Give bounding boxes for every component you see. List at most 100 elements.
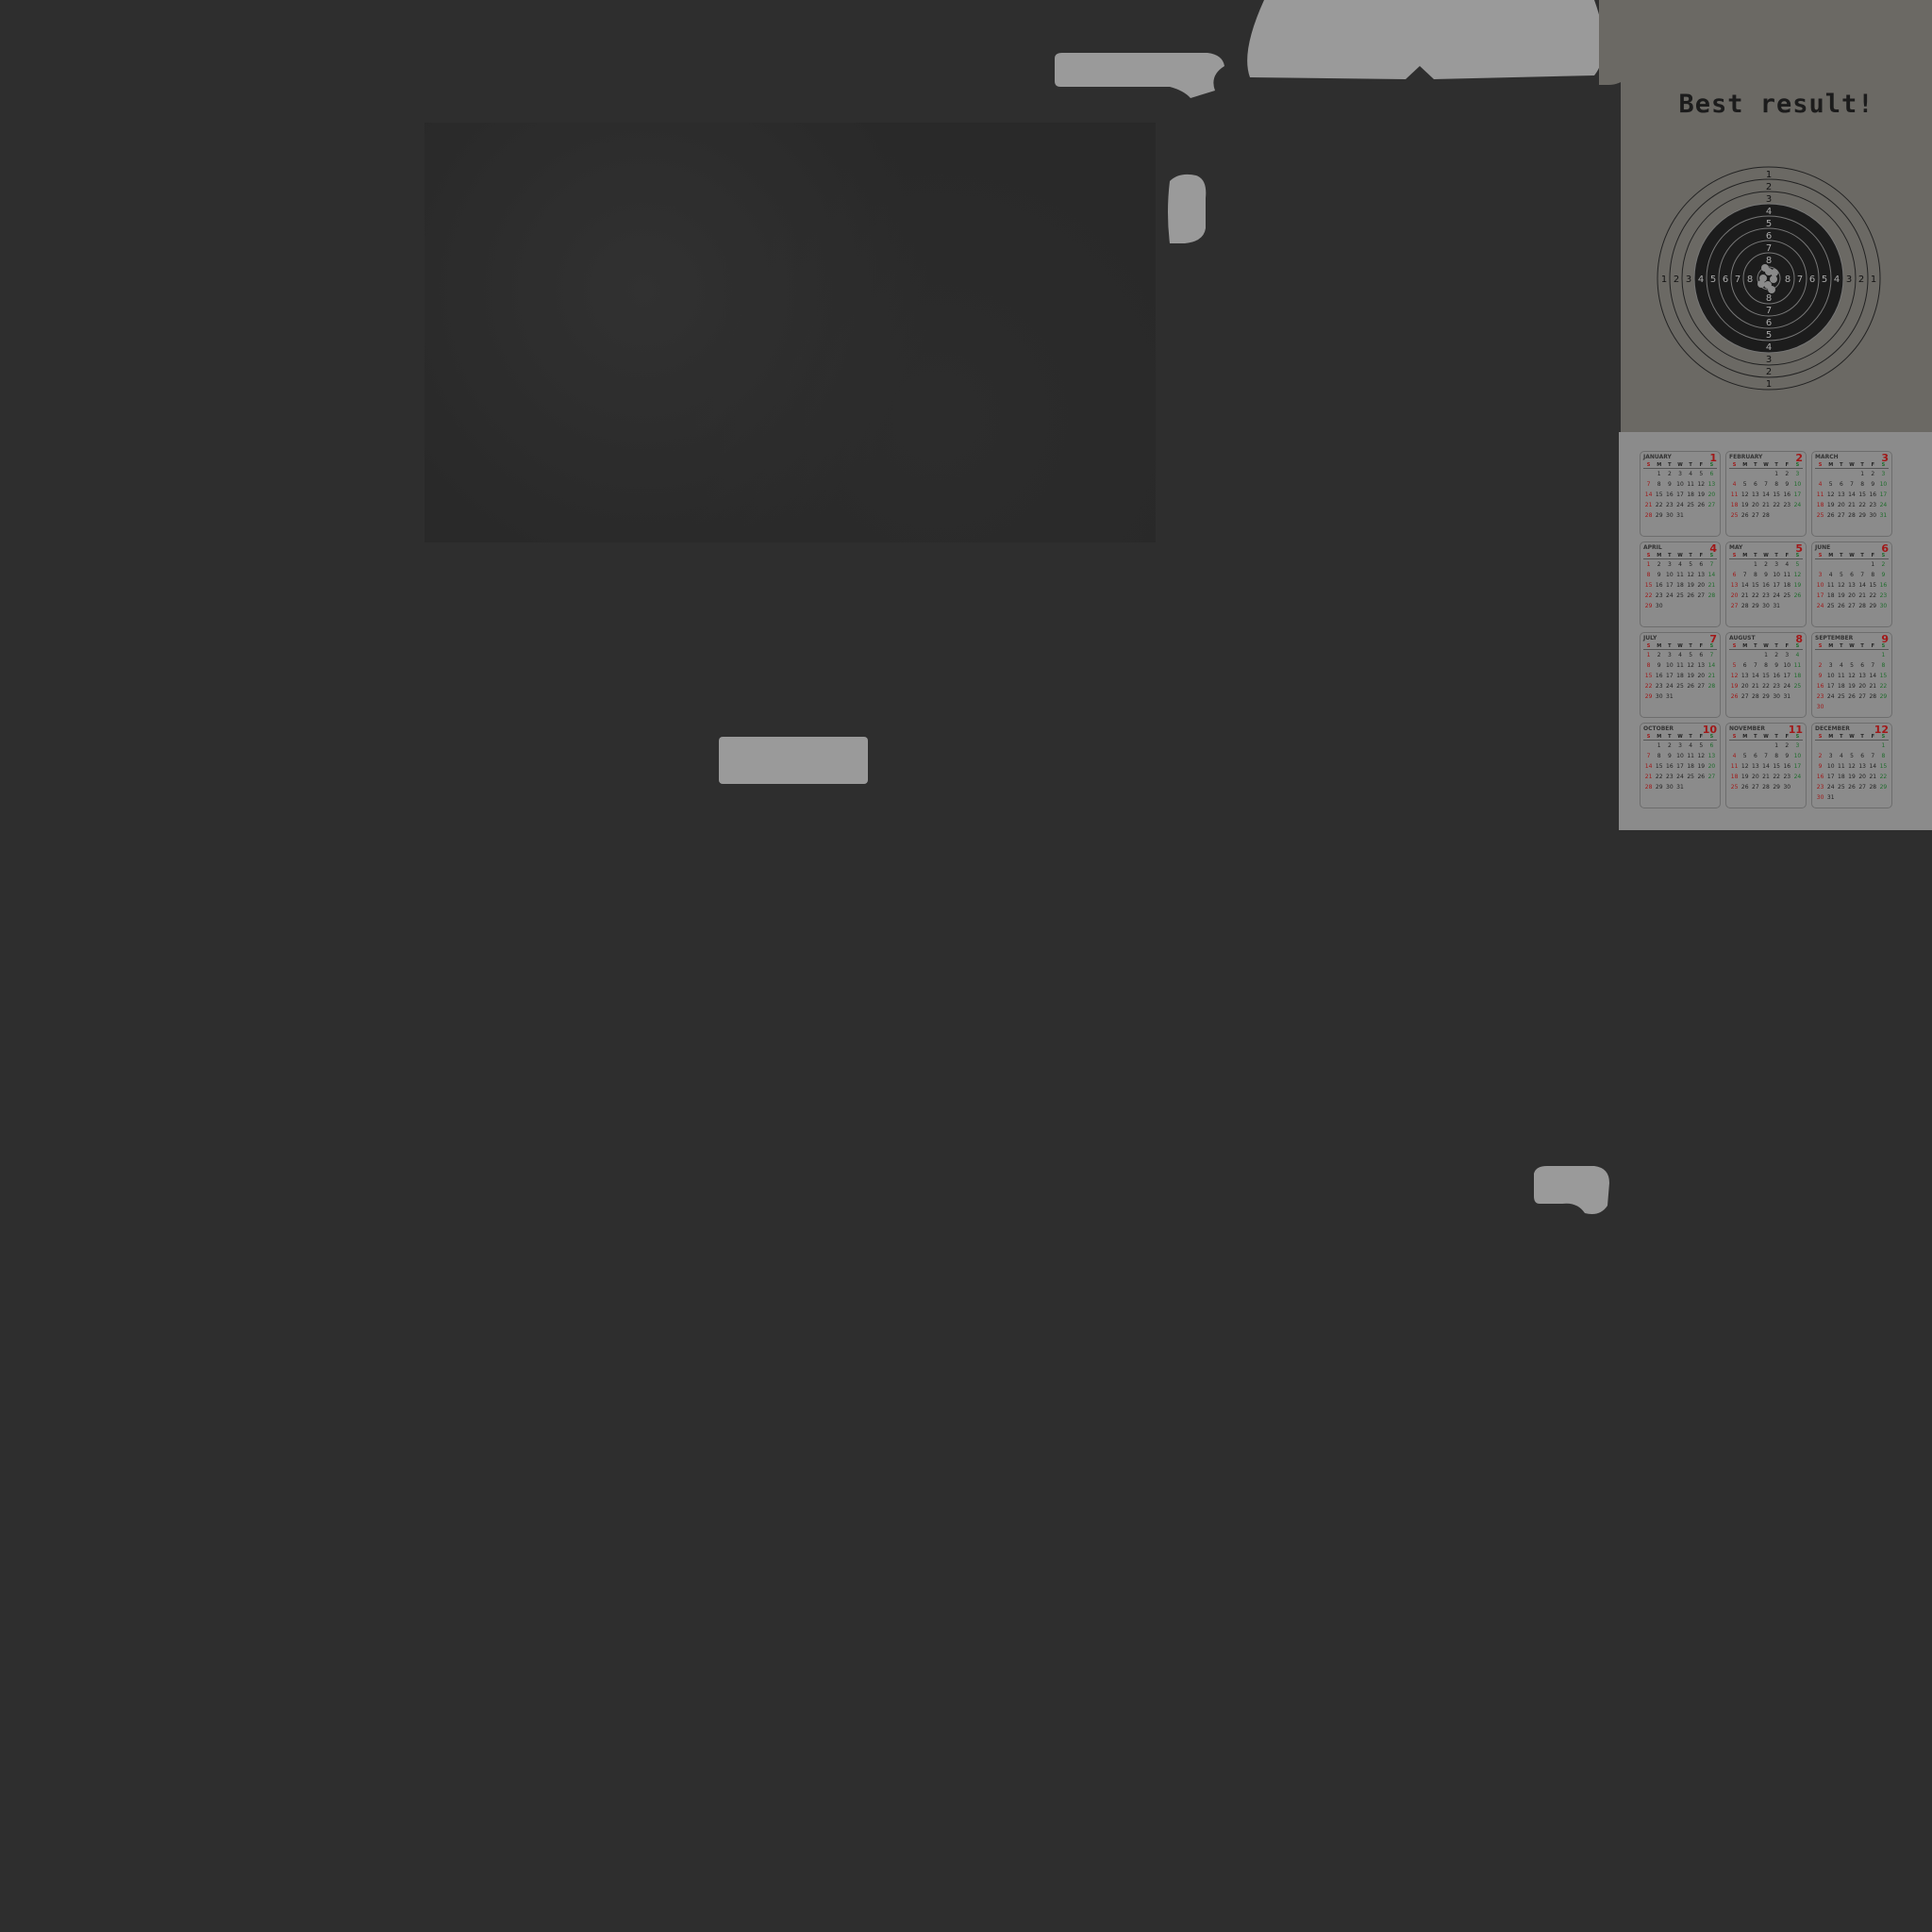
day-cell: 19 [1697, 763, 1706, 770]
day-cell: 7 [1646, 481, 1651, 488]
day-cell: 2 [1818, 662, 1823, 669]
day-cell: 18 [1687, 763, 1694, 770]
day-cell: 18 [1730, 502, 1739, 508]
day-cell: 24 [1793, 502, 1802, 508]
day-cell: 18 [1838, 683, 1845, 690]
day-cell: 9 [1667, 753, 1672, 759]
day-cell: 28 [1762, 512, 1770, 519]
day-cell: 8 [1657, 481, 1661, 488]
day-cell: 10 [1676, 753, 1684, 759]
day-cell: 23 [1783, 774, 1791, 780]
weekday-header: SMTWTFS [1643, 462, 1717, 469]
top-left-tab [1055, 53, 1224, 98]
day-cell: 3 [1795, 471, 1800, 477]
day-cell: 6 [1742, 662, 1747, 669]
day-cell: 17 [1666, 582, 1674, 589]
day-cell: 16 [1869, 491, 1877, 498]
day-cell: 27 [1707, 774, 1716, 780]
day-cell: 14 [1644, 491, 1653, 498]
day-cell: 27 [1752, 512, 1759, 519]
ring-number: 8 [1766, 256, 1772, 266]
day-cell: 11 [1838, 763, 1845, 770]
day-cell: 7 [1742, 572, 1747, 578]
day-cell: 9 [1774, 662, 1779, 669]
day-cell: 22 [1752, 592, 1759, 599]
day-cell: 14 [1762, 763, 1770, 770]
day-cell: 28 [1707, 683, 1716, 690]
day-cell: 30 [1879, 603, 1888, 609]
day-cell: 29 [1858, 512, 1866, 519]
day-cell: 15 [1869, 582, 1877, 589]
weekday-header: SMTWTFS [1815, 553, 1889, 559]
day-cell: 9 [1764, 572, 1768, 578]
day-cell: 24 [1666, 592, 1674, 599]
day-cell: 19 [1687, 673, 1694, 679]
day-cell: 4 [1678, 561, 1682, 568]
ring-number: 1 [1871, 275, 1876, 285]
day-cell: 7 [1871, 662, 1875, 669]
day-cell: 15 [1858, 491, 1866, 498]
day-cell: 1 [1646, 561, 1651, 568]
weekday-header: SMTWTFS [1729, 734, 1803, 741]
ring-number: 7 [1766, 306, 1772, 316]
day-cell: 21 [1858, 592, 1866, 599]
day-cell: 5 [1828, 481, 1833, 488]
month-name: OCTOBER [1643, 725, 1674, 732]
day-cell: 14 [1644, 763, 1653, 770]
day-cell: 4 [1732, 481, 1737, 488]
day-cell: 25 [1730, 512, 1739, 519]
day-cell: 10 [1826, 763, 1835, 770]
day-cell: 11 [1676, 662, 1684, 669]
day-cell: 15 [1752, 582, 1759, 589]
day-cell: 8 [1774, 481, 1779, 488]
day-cell: 29 [1655, 784, 1663, 791]
day-cell: 17 [1676, 763, 1684, 770]
day-cell: 2 [1785, 471, 1790, 477]
day-cell: 29 [1752, 603, 1759, 609]
day-cell: 9 [1667, 481, 1672, 488]
day-cell: 26 [1826, 512, 1835, 519]
day-cell: 30 [1816, 794, 1824, 801]
day-cell: 7 [1860, 572, 1865, 578]
day-cell: 19 [1740, 502, 1749, 508]
day-cell: 16 [1655, 673, 1663, 679]
ring-number: 8 [1766, 293, 1772, 304]
ring-number: 2 [1766, 367, 1772, 377]
day-cell: 4 [1689, 471, 1693, 477]
side-tab [1168, 174, 1207, 243]
month-number: 7 [1709, 633, 1717, 645]
day-cell: 22 [1773, 774, 1780, 780]
day-cell: 11 [1687, 481, 1694, 488]
day-cell: 21 [1762, 502, 1770, 508]
month-number: 6 [1881, 542, 1889, 555]
day-cell: 24 [1676, 502, 1684, 508]
day-cell: 17 [1826, 774, 1835, 780]
day-cell: 9 [1657, 572, 1661, 578]
day-cell: 28 [1848, 512, 1856, 519]
day-cell: 1 [1753, 561, 1757, 568]
weekday-header: SMTWTFS [1729, 553, 1803, 559]
day-cell: 16 [1816, 683, 1824, 690]
day-cell: 24 [1666, 683, 1674, 690]
day-cell: 18 [1816, 502, 1824, 508]
day-cell: 26 [1697, 774, 1706, 780]
day-cell: 29 [1773, 784, 1780, 791]
day-cell: 23 [1783, 502, 1791, 508]
day-cell: 13 [1707, 753, 1716, 759]
day-cell: 10 [1826, 673, 1835, 679]
day-cell: 20 [1858, 683, 1866, 690]
day-cell: 12 [1697, 753, 1706, 759]
day-cell: 21 [1644, 502, 1653, 508]
ring-number: 5 [1766, 330, 1772, 341]
day-cell: 31 [1773, 603, 1780, 609]
day-cell: 28 [1644, 512, 1653, 519]
day-cell: 17 [1826, 683, 1835, 690]
day-cell: 5 [1742, 481, 1747, 488]
weekday-header: SMTWTFS [1643, 553, 1717, 559]
calendar-month: JANUARY 1 S M T W T F S 1 2 3 4 5 6 7 8 9 10 11 12 13 14 15 16 17… [1640, 451, 1721, 537]
day-cell: 17 [1676, 491, 1684, 498]
weekday-header: SMTWTFS [1643, 734, 1717, 741]
day-cell: 29 [1879, 784, 1888, 791]
day-cell: 4 [1828, 572, 1833, 578]
day-cell: 16 [1773, 673, 1780, 679]
